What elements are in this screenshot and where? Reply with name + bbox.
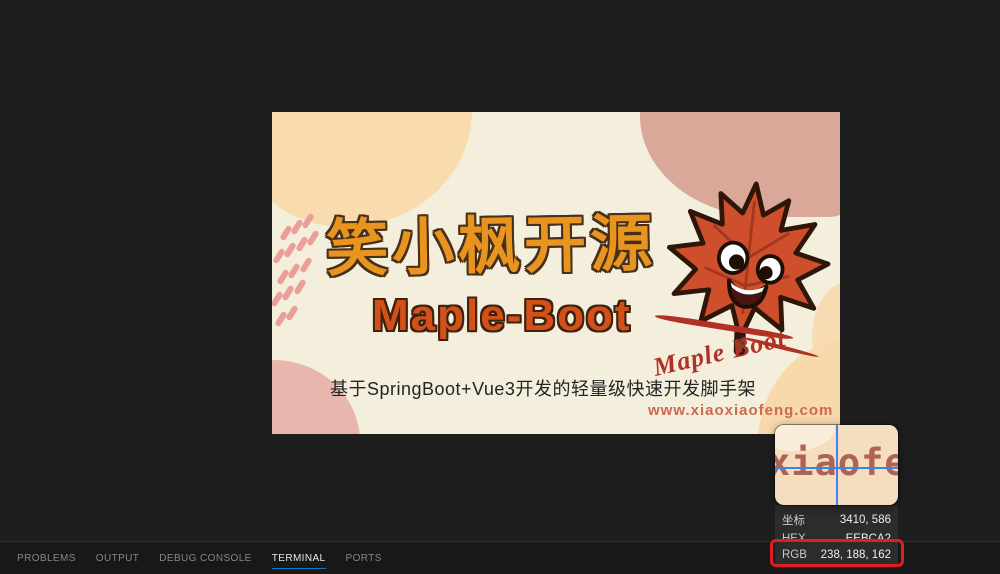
crosshair-horizontal	[775, 467, 898, 469]
hex-label: HEX	[782, 532, 806, 545]
picker-row-hex: HEX EEBCA2	[782, 533, 891, 545]
picker-row-coordinates: 坐标 3410, 586	[782, 512, 891, 528]
picker-info-panel: 坐标 3410, 586 HEX EEBCA2 RGB 238, 188, 16…	[775, 505, 898, 568]
banner-subtitle: Maple-Boot	[372, 291, 632, 340]
tab-problems[interactable]: PROBLEMS	[17, 548, 76, 569]
picker-row-rgb: RGB 238, 188, 162	[782, 549, 891, 561]
crosshair-vertical	[836, 425, 838, 505]
banner-website-url: www.xiaoxiaofeng.com	[648, 402, 834, 419]
tab-ports[interactable]: PORTS	[346, 548, 382, 569]
coordinates-label: 坐标	[782, 514, 805, 527]
tab-terminal[interactable]: TERMINAL	[271, 548, 326, 569]
banner-image: 笑小枫开源 Maple-Boot Maple Boot 基于SpringBoot…	[272, 112, 840, 434]
magnifier-preview: xiaofe	[775, 425, 898, 505]
tab-output[interactable]: OUTPUT	[96, 548, 140, 569]
banner-tagline: 基于SpringBoot+Vue3开发的轻量级快速开发脚手架	[330, 379, 756, 399]
tab-debug-console[interactable]: DEBUG CONSOLE	[159, 548, 251, 569]
hex-value: EEBCA2	[845, 532, 891, 545]
rgb-value: 238, 188, 162	[820, 549, 891, 562]
coordinates-value: 3410, 586	[839, 513, 891, 526]
color-picker-popup: xiaofe 坐标 3410, 586 HEX EEBCA2 RGB 238, …	[775, 425, 898, 568]
rgb-label: RGB	[782, 549, 807, 562]
